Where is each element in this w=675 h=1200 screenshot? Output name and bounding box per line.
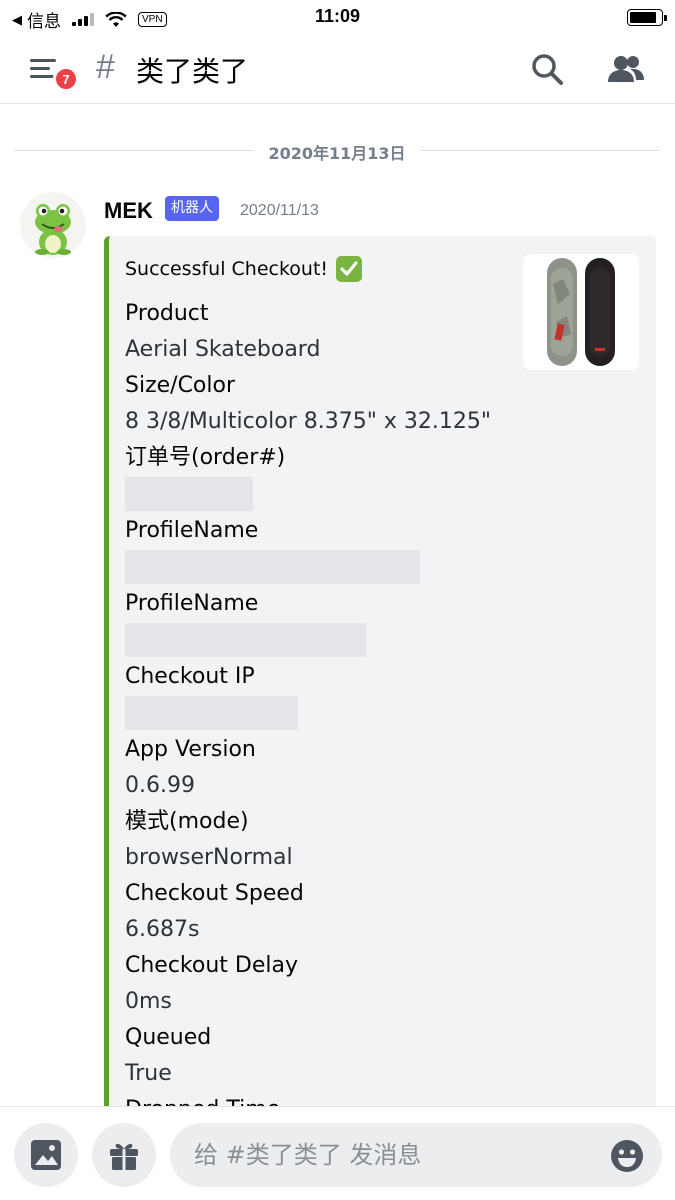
message-composer [0,1106,675,1200]
field-value-mode: browserNormal [125,845,293,870]
field-value-size-color: 8 3/8/Multicolor 8.375" x 32.125" [125,409,491,434]
embed-title: Successful Checkout! [125,256,363,282]
channel-header: 7 # 类了类了 [0,34,675,104]
field-name-product: Product [125,301,209,326]
menu-button[interactable]: 7 [28,54,80,94]
search-icon[interactable] [530,52,564,86]
field-name-checkout-speed: Checkout Speed [125,881,304,906]
channel-title[interactable]: 类了类了 [136,50,248,90]
field-name-app-version: App Version [125,737,256,762]
members-icon[interactable] [606,52,646,86]
field-name-profile-1: ProfileName [125,518,259,543]
redacted-profile-2 [125,623,625,659]
field-value-checkout-delay: 0ms [125,989,172,1014]
channel-hash-icon: # [96,48,115,86]
status-bar: ◀ 信息 VPN 11:09 [0,0,675,34]
field-name-checkout-delay: Checkout Delay [125,953,299,978]
field-name-dropped-time: Dropped Time [125,1092,625,1106]
date-divider: 2020年11月13日 [14,138,660,163]
field-name-profile-2: ProfileName [125,591,259,616]
field-value-checkout-speed: 6.687s [125,917,200,942]
date-divider-label: 2020年11月13日 [268,144,406,163]
checkout-embed: Successful Checkout! Product Aerial Skat… [104,236,656,1106]
embed-fields: Product Aerial Skateboard Size/Color 8 3… [125,296,625,1106]
message-author[interactable]: MEK [104,198,153,224]
bot-tag: 机器人 [165,196,219,221]
redacted-profile-1 [125,550,625,586]
emoji-icon[interactable] [610,1139,644,1173]
avatar[interactable] [20,192,86,258]
field-name-checkout-ip: Checkout IP [125,664,255,689]
unread-badge: 7 [53,66,79,92]
field-value-app-version: 0.6.99 [125,773,195,798]
check-mark-icon [336,256,363,282]
embed-title-text: Successful Checkout! [125,258,329,280]
field-name-mode: 模式(mode) [125,809,249,834]
field-value-product: Aerial Skateboard [125,337,321,362]
image-icon [31,1140,61,1170]
status-time: 11:09 [314,6,361,26]
field-value-queued: True [125,1061,172,1086]
battery-icon [627,9,667,26]
redacted-checkout-ip [125,696,625,732]
message-input[interactable] [170,1123,662,1187]
message-timestamp: 2020/11/13 [240,202,319,219]
chat-area[interactable]: 2020年11月13日 MEK 机器人 2020/11/13 Successfu… [0,104,675,1106]
redacted-order-number [125,477,625,513]
gift-icon [110,1143,138,1170]
field-name-queued: Queued [125,1025,212,1050]
attach-image-button[interactable] [14,1123,78,1187]
field-name-order-number: 订单号(order#) [125,445,286,470]
frog-avatar-icon [35,204,71,255]
gift-button[interactable] [92,1123,156,1187]
field-name-size-color: Size/Color [125,373,236,398]
